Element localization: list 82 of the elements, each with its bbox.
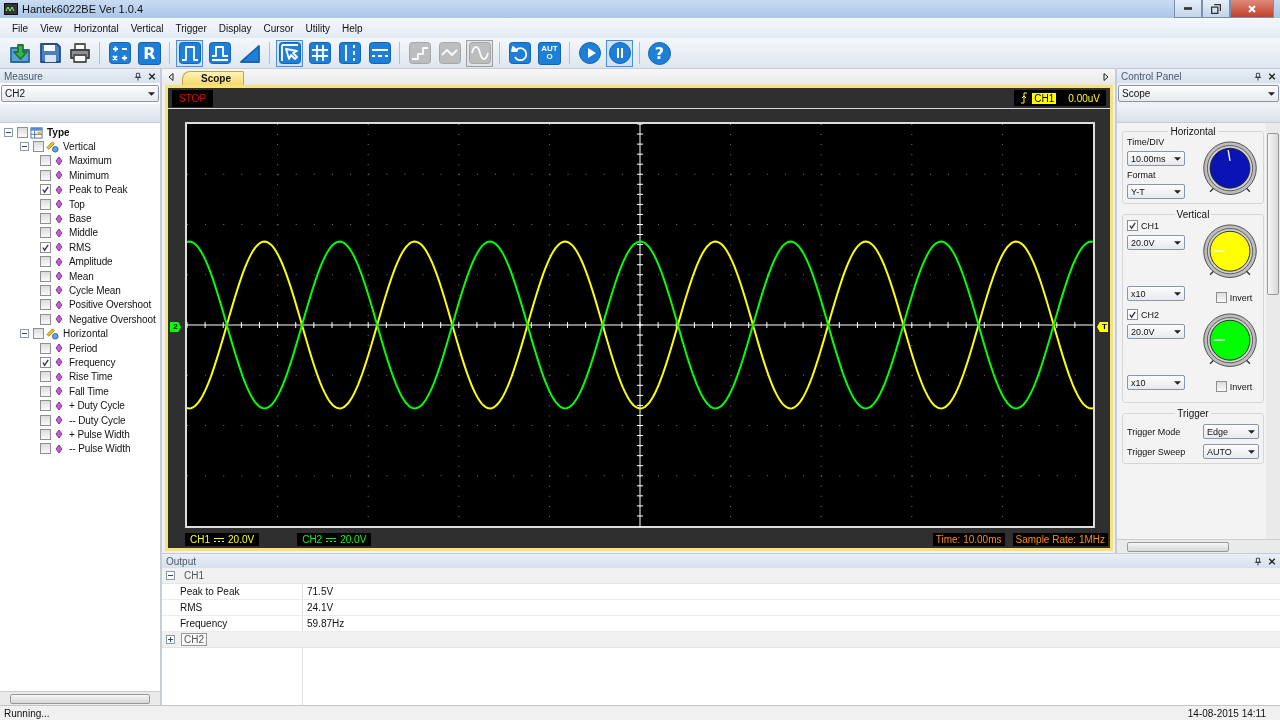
trigger-channel: CH1 bbox=[1032, 92, 1057, 104]
tree-label[interactable]: Middle bbox=[67, 227, 98, 239]
volts-div-select[interactable]: 20.0V bbox=[1127, 324, 1185, 339]
measurement-name: RMS bbox=[180, 600, 303, 615]
tree-label[interactable]: Minimum bbox=[67, 169, 109, 181]
checkbox-label: Invert bbox=[1229, 292, 1253, 303]
tree-label[interactable]: Positive Overshoot bbox=[67, 299, 152, 311]
probe-select[interactable]: x10 bbox=[1127, 375, 1185, 390]
tree-label[interactable]: Vertical bbox=[61, 141, 96, 153]
format-select[interactable]: Y-T bbox=[1127, 184, 1185, 199]
tree-label[interactable]: Cycle Mean bbox=[67, 285, 121, 296]
trigger-marker: T bbox=[1097, 322, 1108, 332]
measurement-name: Frequency bbox=[180, 616, 303, 631]
group-title: Vertical bbox=[1175, 209, 1211, 220]
group-label[interactable]: CH1 bbox=[181, 569, 207, 582]
channel-scale: 20.0V bbox=[228, 534, 255, 545]
scope-tab[interactable]: Scope bbox=[182, 71, 244, 85]
tree-label[interactable]: Negative Overshoot bbox=[67, 313, 156, 325]
channel-name: CH1 bbox=[190, 534, 210, 545]
tree-label[interactable]: Type bbox=[45, 126, 70, 138]
checkbox-label: Invert bbox=[1229, 381, 1253, 392]
measurement-value: 59.87Hz bbox=[306, 618, 345, 629]
menu-item[interactable]: Display bbox=[212, 22, 258, 34]
time-readout: Time: 10.00ms bbox=[932, 533, 1005, 546]
tree-label[interactable]: Amplitude bbox=[67, 256, 113, 268]
measurement-value: 24.1V bbox=[306, 602, 334, 613]
volts-div-select[interactable]: 20.0V bbox=[1127, 235, 1185, 250]
status-datetime: 14-08-2015 14:11 bbox=[1187, 707, 1266, 719]
measurement-name: Peak to Peak bbox=[180, 584, 303, 599]
tree-label[interactable]: -- Pulse Width bbox=[67, 443, 131, 455]
measurement-value: 71.5V bbox=[306, 586, 334, 597]
time-div-select[interactable]: 10.00ms bbox=[1127, 151, 1185, 166]
tree-label[interactable]: Maximum bbox=[67, 155, 112, 167]
channel-name: CH2 bbox=[302, 534, 323, 545]
checkbox-label: CH2 bbox=[1141, 309, 1159, 320]
tree-label[interactable]: Period bbox=[67, 342, 98, 354]
group-label[interactable]: CH2 bbox=[181, 633, 207, 646]
sample-rate-readout: Sample Rate: 1MHz bbox=[1012, 533, 1108, 546]
tree-label[interactable]: Horizontal bbox=[61, 328, 109, 340]
menu-item[interactable]: Cursor bbox=[257, 22, 300, 34]
tree-label[interactable]: -- Duty Cycle bbox=[67, 414, 126, 426]
menu-item[interactable]: Vertical bbox=[124, 22, 170, 34]
tree-label[interactable]: Top bbox=[67, 198, 85, 210]
channel-scale: 20.0V bbox=[340, 534, 367, 545]
tree-label[interactable]: Peak to Peak bbox=[67, 184, 128, 196]
tree-label[interactable]: + Duty Cycle bbox=[67, 400, 125, 412]
tree-label[interactable]: Frequency bbox=[67, 356, 116, 368]
toolbar-button[interactable]: AUTO bbox=[538, 41, 561, 65]
toolbar-button[interactable]: R bbox=[138, 41, 161, 65]
toolbar-button[interactable]: ? bbox=[648, 41, 671, 65]
run-state-label: STOP bbox=[172, 89, 214, 107]
checkbox-label: CH1 bbox=[1141, 220, 1159, 231]
channel-select[interactable]: CH2 bbox=[1, 85, 159, 102]
panel-title: Control Panel bbox=[1121, 70, 1183, 82]
tree-label[interactable]: Fall Time bbox=[67, 385, 109, 397]
panel-title: Output bbox=[166, 555, 198, 567]
field-label: Format bbox=[1127, 170, 1157, 180]
tree-label[interactable]: Rise Time bbox=[67, 371, 113, 383]
probe-select[interactable]: x10 bbox=[1127, 286, 1185, 301]
group-title: Trigger bbox=[1176, 408, 1210, 419]
menu-item[interactable]: File bbox=[6, 22, 35, 34]
trigger-mode-select[interactable]: Edge bbox=[1203, 424, 1259, 439]
menu-item[interactable]: View bbox=[34, 22, 68, 34]
panel-title: Measure bbox=[4, 70, 44, 82]
field-label: Time/DIV bbox=[1127, 137, 1166, 147]
menu-item[interactable]: Horizontal bbox=[67, 22, 125, 34]
field-label: Trigger Mode bbox=[1127, 426, 1181, 437]
menu-item[interactable]: Utility bbox=[299, 22, 337, 34]
mode-select[interactable]: Scope bbox=[1118, 85, 1279, 102]
tree-label[interactable]: RMS bbox=[67, 241, 91, 253]
menu-item[interactable]: Trigger bbox=[169, 22, 213, 34]
tree-label[interactable]: + Pulse Width bbox=[67, 428, 130, 440]
trigger-level: 0.00uV bbox=[1068, 92, 1100, 104]
trigger-sweep-select[interactable]: AUTO bbox=[1203, 444, 1259, 459]
tree-label[interactable]: Mean bbox=[67, 270, 94, 282]
field-label: Trigger Sweep bbox=[1127, 446, 1186, 457]
tree-label[interactable]: Base bbox=[67, 213, 92, 225]
status-message: Running... bbox=[4, 707, 50, 719]
window-title: Hantek6022BE Ver 1.0.4 bbox=[22, 3, 144, 15]
group-title: Horizontal bbox=[1169, 126, 1217, 137]
channel-marker: 2 bbox=[170, 322, 181, 332]
menu-item[interactable]: Help bbox=[336, 22, 369, 34]
